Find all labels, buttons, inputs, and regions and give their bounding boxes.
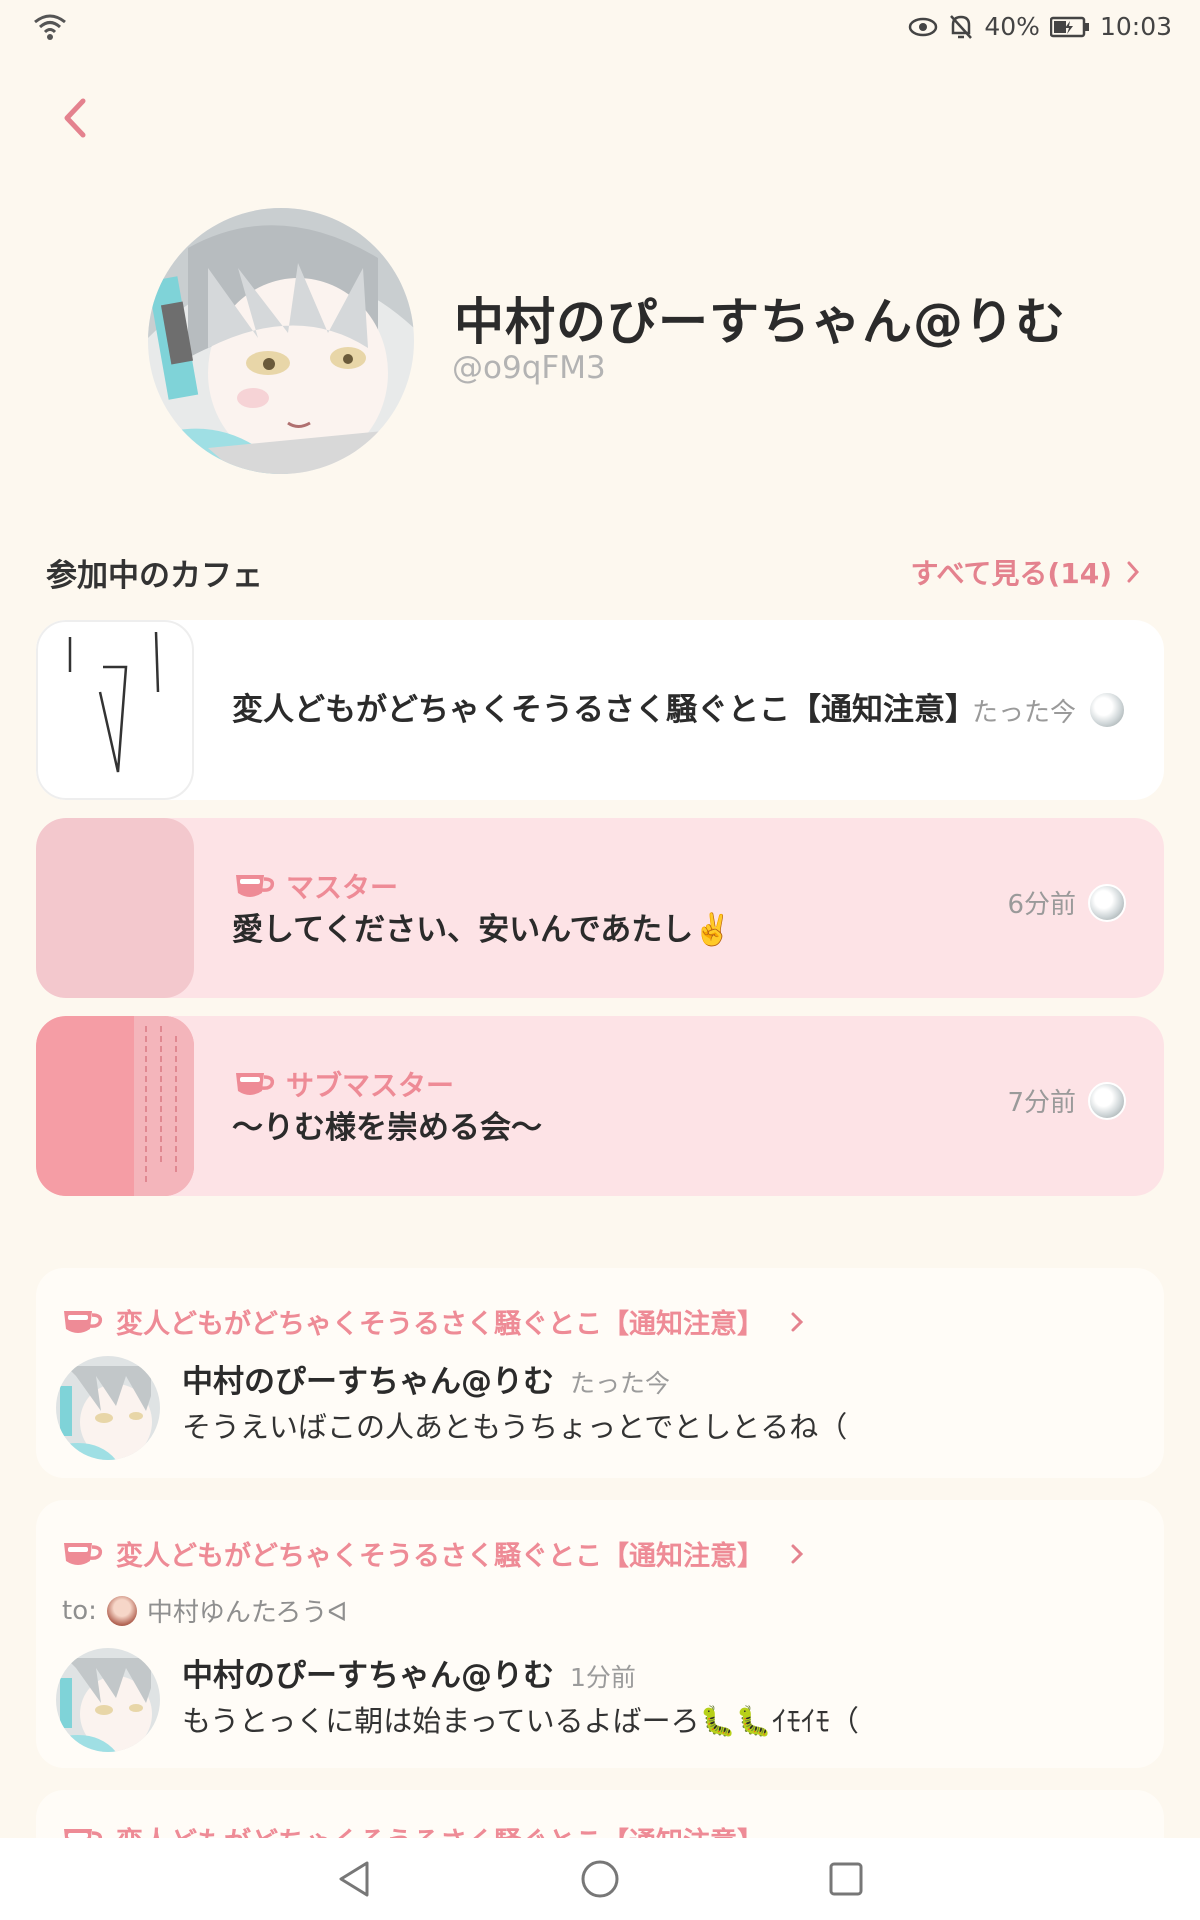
chevron-right-icon <box>1127 561 1140 583</box>
chevron-right-icon <box>791 1312 804 1331</box>
square-recents-icon <box>829 1862 863 1896</box>
avatar <box>1088 1082 1126 1120</box>
nav-recents-button[interactable] <box>823 1856 869 1902</box>
cafe-last-activity: 7分前 <box>1007 1016 1126 1196</box>
post-text: そうえいばこの人あともうちょっとでとしとるね（ <box>182 1410 848 1444</box>
status-bar: 40% 10:03 <box>0 0 1200 56</box>
cafe-time: 7分前 <box>1007 1088 1076 1118</box>
avatar-illustration <box>56 1648 160 1752</box>
nav-home-button[interactable] <box>577 1856 623 1902</box>
nav-back-button[interactable] <box>331 1856 377 1902</box>
post-cafe-name: 変人どもがどちゃくそうるさく騒ぐとこ【通知注意】 <box>116 1309 764 1340</box>
avatar <box>1088 691 1126 729</box>
profile-name: 中村のぴーすちゃん@りむ <box>454 293 1066 351</box>
back-button[interactable] <box>52 92 96 144</box>
avatar-illustration <box>148 208 414 474</box>
cafe-card[interactable]: サブマスター 〜りむ様を崇める会〜 7分前 <box>36 1016 1164 1196</box>
cup-icon <box>236 1072 275 1095</box>
battery-icon <box>1049 16 1089 37</box>
clock: 10:03 <box>1099 12 1172 41</box>
post-author-avatar[interactable] <box>56 1356 160 1460</box>
cafe-card[interactable]: マスター 愛してください、安いんであたし✌️ 6分前 <box>36 818 1164 998</box>
post-card[interactable]: 変人どもがどちゃくそうるさく騒ぐとこ【通知注意】 中村のぴーすちゃん@りむ たっ… <box>36 1268 1164 1478</box>
post-time: 1分前 <box>570 1663 636 1692</box>
post-author-name: 中村のぴーすちゃん@りむ <box>182 1364 554 1400</box>
battery-percent: 40% <box>984 12 1040 41</box>
post-text: もうとっくに朝は始まっているよばーろ🐛🐛ｲﾓｲﾓ（ <box>182 1704 859 1738</box>
post-reply-to[interactable]: to: 中村ゆんたろうᐊ <box>62 1592 347 1629</box>
cafe-last-activity: たった今 <box>972 620 1126 800</box>
post-author: 中村のぴーすちゃん@りむ たった今 <box>182 1356 670 1401</box>
cafe-thumbnail <box>36 620 194 800</box>
profile-avatar[interactable] <box>148 208 414 474</box>
profile-user-id: @o9qFM3 <box>452 350 606 386</box>
circle-home-icon <box>581 1860 619 1898</box>
cup-icon <box>64 1542 103 1565</box>
post-author: 中村のぴーすちゃん@りむ 1分前 <box>182 1650 636 1695</box>
avatar <box>1088 884 1126 922</box>
avatar <box>106 1595 137 1626</box>
profile-screen: 40% 10:03 中村のぴーすちゃん@りむ @o9qFM3 参加中のカフェ す… <box>0 0 1200 1920</box>
cafe-role: マスター <box>286 870 399 904</box>
cafe-time: 6分前 <box>1007 890 1076 920</box>
cafe-name: 〜りむ様を崇める会〜 <box>232 1109 542 1146</box>
cafe-last-activity: 6分前 <box>1007 818 1126 998</box>
post-to-name: 中村ゆんたろうᐊ <box>146 1598 348 1628</box>
post-cafe-name: 変人どもがどちゃくそうるさく騒ぐとこ【通知注意】 <box>116 1541 764 1572</box>
cafe-name: 変人どもがどちゃくそうるさく騒ぐとこ【通知注意】 <box>232 691 976 728</box>
cafe-role: サブマスター <box>286 1068 455 1102</box>
cup-icon <box>236 874 275 897</box>
triangle-back-icon <box>339 1861 369 1897</box>
post-author-avatar[interactable] <box>56 1648 160 1752</box>
see-all-link[interactable]: すべて見る(14) <box>911 552 1140 592</box>
cafe-thumbnail <box>36 818 194 998</box>
post-time: たった今 <box>570 1369 671 1398</box>
post-author-name: 中村のぴーすちゃん@りむ <box>182 1658 554 1694</box>
see-all-label: すべて見る(14) <box>910 557 1112 590</box>
post-cafe-link[interactable]: 変人どもがどちゃくそうるさく騒ぐとこ【通知注意】 <box>60 1302 804 1341</box>
system-navigation-bar <box>0 1838 1200 1920</box>
post-card[interactable]: 変人どもがどちゃくそうるさく騒ぐとこ【通知注意】 to: 中村ゆんたろうᐊ 中村… <box>36 1500 1164 1768</box>
muted-bell-icon <box>950 14 973 39</box>
cafe-name: 愛してください、安いんであたし✌️ <box>232 911 732 948</box>
cup-icon <box>64 1310 103 1333</box>
cafe-thumbnail <box>36 1016 194 1196</box>
cafes-section-title: 参加中のカフェ <box>46 558 263 594</box>
cafe-time: たった今 <box>971 697 1076 728</box>
post-to-label: to: <box>62 1595 97 1626</box>
cafe-card[interactable]: 変人どもがどちゃくそうるさく騒ぐとこ【通知注意】 たった今 <box>36 620 1164 800</box>
chevron-right-icon <box>791 1544 804 1563</box>
cafe-sketch-image <box>68 631 160 773</box>
wifi-icon <box>34 14 66 40</box>
cafe-thumbnail-texture <box>36 1016 194 1196</box>
eye-icon <box>909 17 938 36</box>
post-cafe-link[interactable]: 変人どもがどちゃくそうるさく騒ぐとこ【通知注意】 <box>60 1534 804 1573</box>
chevron-left-icon <box>64 98 86 138</box>
avatar-illustration <box>56 1356 160 1460</box>
